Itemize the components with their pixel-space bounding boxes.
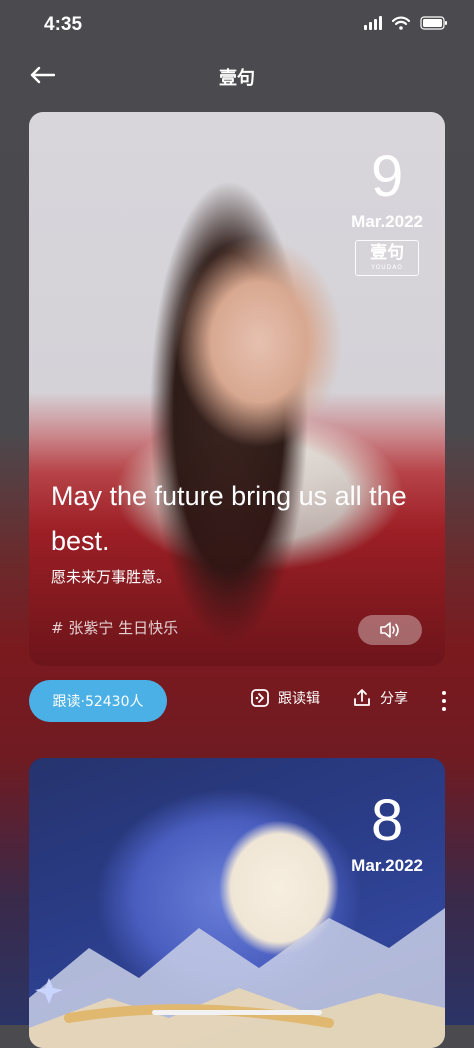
wifi-icon	[392, 16, 410, 30]
action-row: 跟读·52430人 跟读辑 分享	[0, 680, 474, 722]
home-indicator[interactable]	[152, 1010, 322, 1015]
quote-english: May the future bring us all the best.	[51, 481, 407, 556]
follow-edit-button[interactable]: 跟读辑	[250, 688, 320, 708]
sentence-card[interactable]: 8 Mar.2022	[29, 758, 445, 1048]
quote-chinese: 愿未来万事胜意。	[51, 568, 172, 586]
follow-read-button[interactable]: 跟读·52430人	[29, 680, 167, 722]
logo-sub: YOUDAO	[371, 264, 403, 271]
page-title: 壹句	[219, 68, 255, 89]
battery-icon	[420, 16, 448, 30]
card-date: 8 Mar.2022	[351, 792, 423, 876]
sentence-card[interactable]: 9 Mar.2022 壹句 YOUDAO May the future brin…	[29, 112, 445, 666]
card-tags[interactable]: # 张紫宁 生日快乐	[51, 617, 178, 638]
more-button[interactable]	[436, 688, 452, 714]
share-button[interactable]: 分享	[352, 688, 408, 708]
signal-icon	[364, 16, 382, 30]
follow-edit-label: 跟读辑	[278, 691, 320, 707]
card-month: Mar.2022	[351, 212, 423, 231]
card-day: 9	[370, 144, 404, 209]
youdao-logo: 壹句 YOUDAO	[355, 240, 420, 276]
status-time: 4:35	[44, 14, 83, 35]
card-date: 9 Mar.2022 壹句 YOUDAO	[351, 148, 423, 276]
speaker-icon	[380, 622, 399, 638]
share-label: 分享	[380, 691, 408, 707]
card-month: Mar.2022	[351, 856, 423, 875]
card-day: 8	[370, 788, 404, 853]
more-icon	[442, 691, 446, 695]
play-audio-button[interactable]	[358, 615, 422, 645]
nav-bar: 壹句	[0, 50, 474, 100]
status-icons	[364, 16, 448, 30]
edit-icon	[251, 689, 269, 707]
logo-main: 壹句	[370, 243, 405, 263]
share-icon	[354, 689, 370, 706]
status-bar: 4:35	[0, 0, 474, 50]
